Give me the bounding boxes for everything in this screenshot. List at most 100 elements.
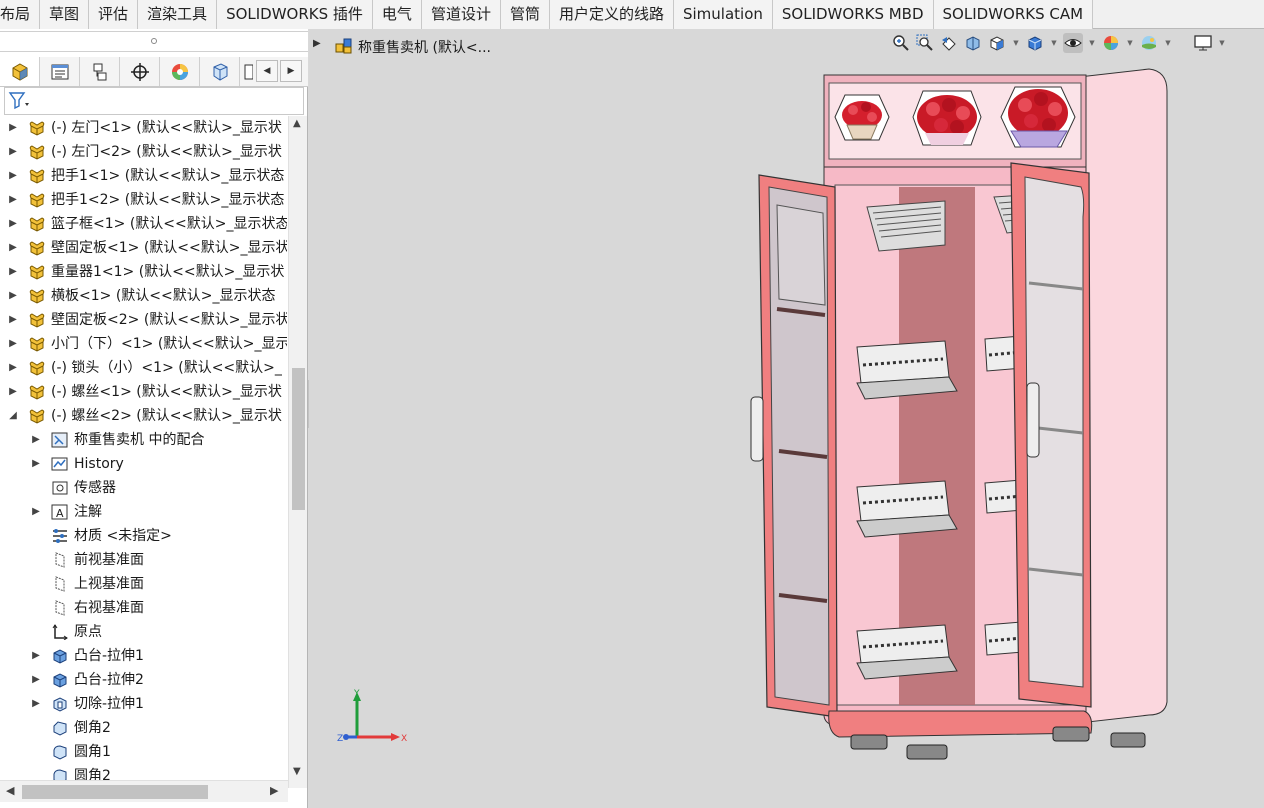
right-door-handle[interactable] <box>1026 382 1040 458</box>
expand-arrow-icon[interactable]: ▶ <box>8 284 18 308</box>
expand-arrow-icon[interactable]: ▶ <box>31 452 41 476</box>
expand-arrow-icon[interactable]: ▶ <box>31 500 41 524</box>
tree-item[interactable]: 材质 <未指定> <box>0 524 287 548</box>
expand-arrow-icon[interactable]: ▶ <box>8 380 18 404</box>
z-axis-end <box>343 734 349 740</box>
scroll-up-icon[interactable]: ▲ <box>293 118 301 129</box>
tree-item[interactable]: ▶ 把手1<2> (默认<<默认>_显示状态 <box>0 188 287 212</box>
tab-scroll-right-button[interactable]: ▶ <box>280 60 302 82</box>
expand-arrow-icon[interactable]: ▶ <box>8 236 18 260</box>
property-manager-icon <box>51 64 68 79</box>
view-settings-icon[interactable] <box>1193 33 1213 53</box>
cam-operation-tree-tab[interactable] <box>240 57 256 86</box>
plane-icon <box>51 576 69 592</box>
expand-arrow-icon[interactable]: ▶ <box>8 356 18 380</box>
tree-item[interactable]: ▶ History <box>0 452 287 476</box>
tree-item[interactable]: 上视基准面 <box>0 572 287 596</box>
tree-item[interactable]: ▶ 凸台-拉伸2 <box>0 668 287 692</box>
dimxpert-manager-tab[interactable] <box>120 57 160 86</box>
cam-feature-tree-tab[interactable] <box>200 57 240 86</box>
graphics-area[interactable]: ▶ 称重售卖机 (默认<... ▼ ▼ ▼ ▼ ▼ ▼ Y X Z <box>309 29 1264 808</box>
tree-item[interactable]: ▶ 重量器1<1> (默认<<默认>_显示状 <box>0 260 287 284</box>
expand-arrow-icon[interactable]: ▶ <box>8 164 18 188</box>
tab-tubing[interactable]: 管筒 <box>500 0 550 29</box>
tree-item[interactable]: 右视基准面 <box>0 596 287 620</box>
display-manager-tab[interactable] <box>160 57 200 86</box>
right-door[interactable] <box>1010 162 1092 708</box>
scroll-down-icon[interactable]: ▼ <box>293 766 301 777</box>
tab-user-defined-route[interactable]: 用户定义的线路 <box>549 0 674 29</box>
tree-filter[interactable] <box>4 87 304 115</box>
cabinet-base <box>828 710 1093 738</box>
left-vent <box>866 200 946 252</box>
tab-scroll-left-button[interactable]: ◀ <box>256 60 278 82</box>
tree-item[interactable]: ▶ 称重售卖机 中的配合 <box>0 428 287 452</box>
tree-item-label: 把手1<2> (默认<<默认>_显示状态 <box>51 192 285 208</box>
annotation-icon: A <box>51 504 69 520</box>
expand-arrow-icon[interactable]: ▶ <box>8 308 18 332</box>
property-manager-tab[interactable] <box>40 57 80 86</box>
expand-arrow-icon[interactable]: ▶ <box>313 38 321 49</box>
tree-item[interactable]: ▶ (-) 螺丝<1> (默认<<默认>_显示状 <box>0 380 287 404</box>
tree-item[interactable]: ▶ 壁固定板<2> (默认<<默认>_显示状 <box>0 308 287 332</box>
scroll-left-icon[interactable]: ◀ <box>6 784 14 797</box>
tree-item[interactable]: ▶ 横板<1> (默认<<默认>_显示状态 <box>0 284 287 308</box>
tree-item[interactable]: 倒角2 <box>0 716 287 740</box>
expand-arrow-icon[interactable]: ▶ <box>8 188 18 212</box>
tree-item[interactable]: 圆角1 <box>0 740 287 764</box>
hscrollbar-thumb[interactable] <box>22 785 208 799</box>
foot-1 <box>850 734 888 750</box>
panel-collapse-strip[interactable] <box>0 29 308 57</box>
expand-arrow-icon[interactable]: ▶ <box>31 428 41 452</box>
tree-item[interactable]: ▶ 切除-拉伸1 <box>0 692 287 716</box>
collapse-arrow-icon[interactable]: ◢ <box>8 404 18 428</box>
tree-item[interactable]: ▶ 小门（下）<1> (默认<<默认>_显示 <box>0 332 287 356</box>
part-icon <box>28 144 46 160</box>
tree-horizontal-scrollbar[interactable]: ◀ ▶ <box>0 780 288 802</box>
tree-item[interactable]: ▶ 篮子框<1> (默认<<默认>_显示状态 <box>0 212 287 236</box>
vending-cabinet-model[interactable] <box>739 47 1179 772</box>
tree-item[interactable]: 原点 <box>0 620 287 644</box>
expand-arrow-icon[interactable]: ▶ <box>8 116 18 140</box>
configuration-manager-tab[interactable] <box>80 57 120 86</box>
scroll-right-icon[interactable]: ▶ <box>270 784 278 797</box>
tab-simulation[interactable]: Simulation <box>673 0 773 29</box>
expand-arrow-icon[interactable]: ▶ <box>31 668 41 692</box>
tree-item[interactable]: 传感器 <box>0 476 287 500</box>
part-icon <box>28 360 46 376</box>
expand-arrow-icon[interactable]: ▶ <box>8 260 18 284</box>
collapse-grip-icon[interactable] <box>151 38 157 44</box>
tab-piping[interactable]: 管道设计 <box>421 0 501 29</box>
expand-arrow-icon[interactable]: ▶ <box>31 692 41 716</box>
tree-item[interactable]: 前视基准面 <box>0 548 287 572</box>
tree-item[interactable]: ◢ (-) 螺丝<2> (默认<<默认>_显示状 <box>0 404 287 428</box>
x-axis-arrow <box>391 733 400 741</box>
tab-solidworks-addins[interactable]: SOLIDWORKS 插件 <box>217 0 373 29</box>
expand-arrow-icon[interactable]: ▶ <box>8 212 18 236</box>
tree-item[interactable]: ▶ (-) 锁头（小）<1> (默认<<默认>_ <box>0 356 287 380</box>
tab-electrical[interactable]: 电气 <box>372 0 422 29</box>
expand-arrow-icon[interactable]: ▶ <box>31 644 41 668</box>
tree-item[interactable]: ▶ (-) 左门<2> (默认<<默认>_显示状 <box>0 140 287 164</box>
feature-manager-tab[interactable] <box>0 57 40 86</box>
tab-solidworks-mbd[interactable]: SOLIDWORKS MBD <box>772 0 934 29</box>
expand-arrow-icon[interactable]: ▶ <box>8 332 18 356</box>
tab-sketch[interactable]: 草图 <box>40 0 90 29</box>
tree-item[interactable]: ▶ (-) 左门<1> (默认<<默认>_显示状 <box>0 116 287 140</box>
tab-render-tools[interactable]: 渲染工具 <box>138 0 218 29</box>
tab-evaluate[interactable]: 评估 <box>89 0 139 29</box>
tree-item[interactable]: ▶ A 注解 <box>0 500 287 524</box>
tree-item[interactable]: ▶ 壁固定板<1> (默认<<默认>_显示状 <box>0 236 287 260</box>
left-door-handle[interactable] <box>750 396 764 462</box>
scrollbar-thumb[interactable] <box>292 368 305 510</box>
tree-item-label: 传感器 <box>74 480 116 496</box>
left-basket-2 <box>856 480 958 538</box>
tab-layout[interactable]: 布局 <box>0 0 41 29</box>
tree-item[interactable]: ▶ 凸台-拉伸1 <box>0 644 287 668</box>
tree-item[interactable]: ▶ 把手1<1> (默认<<默认>_显示状态 <box>0 164 287 188</box>
left-door[interactable] <box>758 174 838 718</box>
tree-vertical-scrollbar[interactable]: ▲ ▼ <box>288 116 307 788</box>
tab-solidworks-cam[interactable]: SOLIDWORKS CAM <box>933 0 1094 29</box>
tree-item-label: 凸台-拉伸1 <box>74 648 144 664</box>
expand-arrow-icon[interactable]: ▶ <box>8 140 18 164</box>
